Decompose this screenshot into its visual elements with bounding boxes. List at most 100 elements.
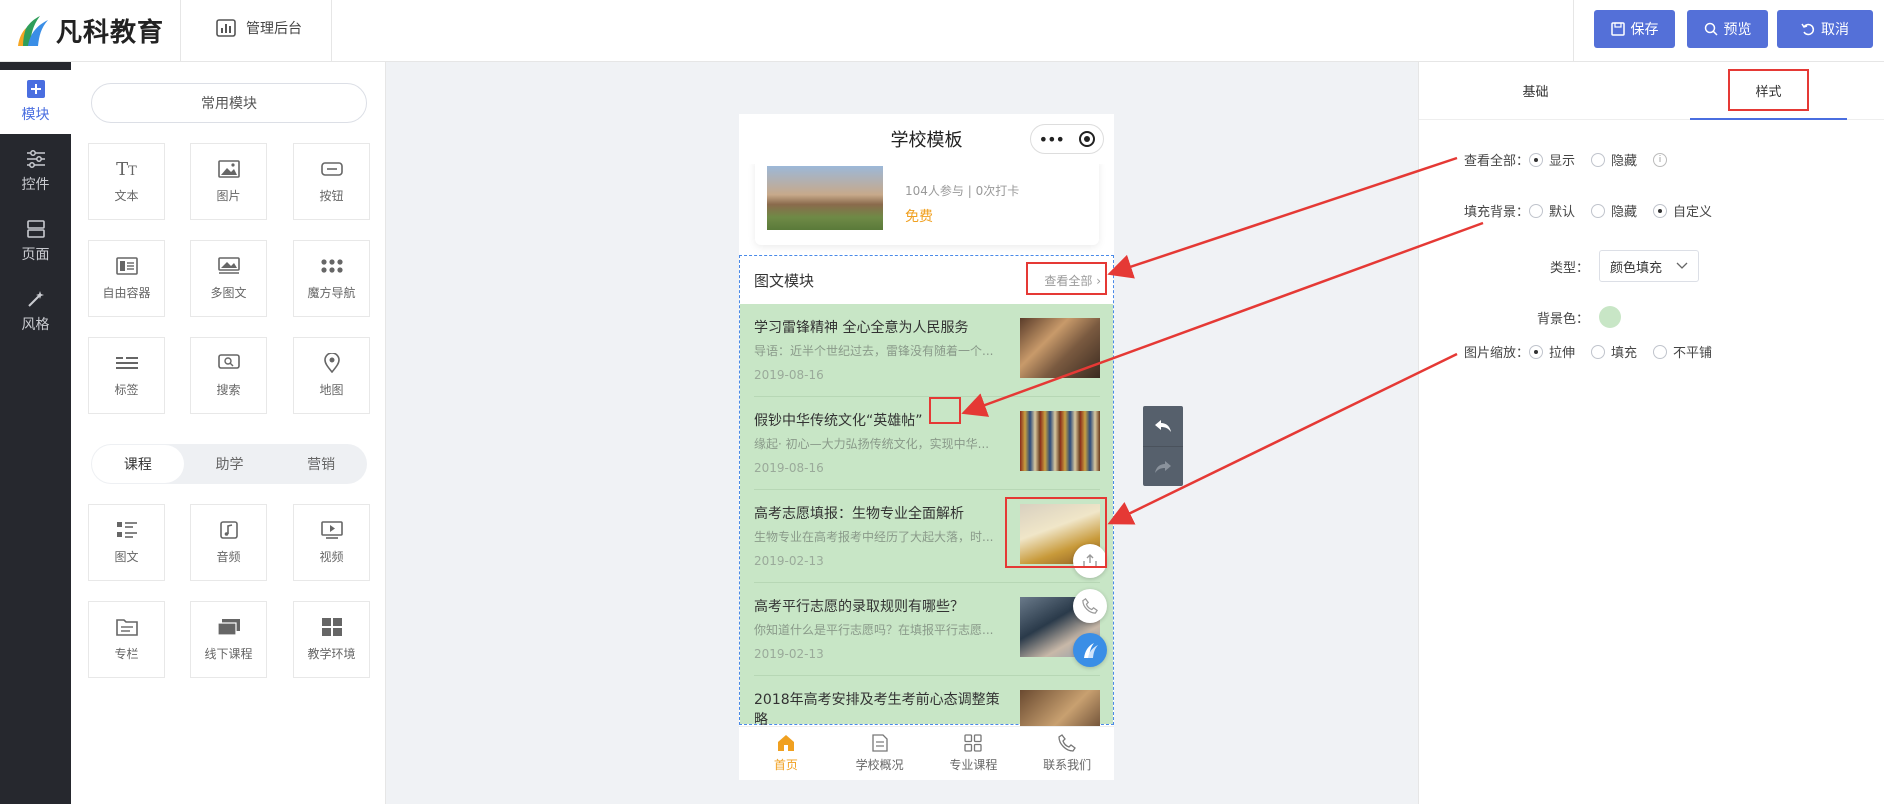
module-label: 魔方导航 [307,286,356,300]
save-icon [1610,22,1625,36]
annotation-box [1005,497,1107,568]
course-card[interactable]: 104人参与 | 0次打卡 免费 [755,156,1099,245]
module-column[interactable]: 专栏 [88,601,165,678]
module-video[interactable]: 视频 [293,504,370,581]
document-icon [871,734,888,752]
wand-icon [27,291,44,307]
settings-tabs: 基础 样式 [1419,62,1884,120]
article-date: 2019-02-13 [754,554,824,568]
radio-label: 隐藏 [1611,154,1638,169]
multi-image-icon [217,256,241,276]
undo-arrow-icon [1155,420,1171,432]
list-item[interactable]: 学习雷锋精神 全心全意为人民服务 导语：近半个世纪过去，雷锋没有随着一个... … [754,304,1100,397]
text-icon: TT [116,158,137,180]
sliders-icon [26,150,45,168]
module-teaching-environment[interactable]: 教学环境 [293,601,370,678]
info-icon[interactable]: i [1653,152,1668,167]
save-button[interactable]: 保存 [1594,10,1675,48]
brand-float-button[interactable] [1073,633,1107,667]
radio-default[interactable]: 默认 [1529,201,1575,220]
left-rail: 模块 控件 页面 风格 [0,62,71,804]
module-map[interactable]: 地图 [293,337,370,414]
tab-marketing[interactable]: 营销 [275,445,367,483]
radio-dot [1591,344,1606,359]
bg-color-setting: 背景色： [1529,306,1621,328]
tab-courses[interactable]: 专业课程 [927,727,1021,780]
audio-icon [217,520,241,540]
module-button[interactable]: 按钮 [293,143,370,220]
offline-course-icon [216,617,241,637]
module-magic-nav[interactable]: 魔方导航 [293,240,370,317]
radio-hidden[interactable]: 隐藏 [1591,201,1637,220]
fill-type-select[interactable]: 颜色填充 [1599,250,1699,282]
rail-item-pages[interactable]: 页面 [0,210,71,274]
top-bar: 凡科教育 管理后台 保存 预览 取消 [0,0,1884,62]
list-item[interactable]: 假钞中华传统文化“英雄帖” 缘起· 初心—大力弘扬传统文化，实现中华... 20… [754,397,1100,490]
call-float-button[interactable] [1073,589,1107,623]
common-modules-button[interactable]: 常用模块 [91,83,367,123]
module-label: 自由容器 [102,286,151,300]
admin-label: 管理后台 [246,21,302,37]
brand-logo[interactable]: 凡科教育 [14,10,164,50]
radio-hide[interactable]: 隐藏 [1591,150,1637,169]
module-audio[interactable]: 音频 [190,504,267,581]
undo-icon [1801,23,1815,36]
module-offline-course[interactable]: 线下课程 [190,601,267,678]
article-title: 高考志愿填报：生物专业全面解析 [754,506,964,522]
tab-study-aid[interactable]: 助学 [184,445,276,483]
undo-button[interactable] [1143,406,1183,446]
record-icon [1079,131,1096,147]
radio-dot [1529,152,1543,167]
tab-course[interactable]: 课程 [92,445,184,483]
rail-item-controls[interactable]: 控件 [0,140,71,204]
article-date: 2019-08-16 [754,368,824,382]
module-panel: 常用模块 TT 文本 图片 按钮 自由容器 多图文 魔方导航 标签 搜索 地图 … [71,62,386,804]
module-label: 图文 [114,550,139,564]
phone-tab-bar: 首页 学校概况 专业课程 联系我们 [739,726,1114,780]
img-scale-label: 图片缩放： [1463,346,1529,361]
article-title: 高考平行志愿的录取规则有哪些？ [754,599,964,615]
module-tag[interactable]: 标签 [88,337,165,414]
radio-show[interactable]: 显示 [1529,150,1575,169]
tab-label: 学校概况 [855,758,904,772]
tab-school-overview[interactable]: 学校概况 [833,727,927,780]
radio-custom[interactable]: 自定义 [1653,201,1712,220]
phone-icon [1082,598,1098,614]
cancel-button[interactable]: 取消 [1777,10,1873,48]
course-price: 免费 [905,209,933,225]
tag-icon [115,353,139,373]
module-multi-image[interactable]: 多图文 [190,240,267,317]
mini-program-capsule[interactable]: ••• [1030,124,1104,154]
more-dots-icon: ••• [1038,129,1065,149]
annotation-box [929,397,961,424]
annotation-box [1728,69,1809,111]
rail-item-style[interactable]: 风格 [0,280,71,344]
tab-label: 联系我们 [1043,758,1092,772]
preview-button[interactable]: 预览 [1687,10,1768,48]
module-image[interactable]: 图片 [190,143,267,220]
rail-item-modules[interactable]: 模块 [0,70,71,134]
bg-color-swatch[interactable] [1599,306,1621,328]
module-free-container[interactable]: 自由容器 [88,240,165,317]
article-module[interactable]: 图文模块 查看全部 › 学习雷锋精神 全心全意为人民服务 导语：近半个世纪过去，… [739,255,1114,750]
tab-contact[interactable]: 联系我们 [1020,727,1114,780]
radio-no-tile[interactable]: 不平铺 [1653,342,1712,361]
module-text[interactable]: TT 文本 [88,143,165,220]
tab-basic[interactable]: 基础 [1419,62,1652,119]
redo-button[interactable] [1143,446,1183,486]
list-item[interactable]: 高考平行志愿的录取规则有哪些？ 你知道什么是平行志愿吗？在填报平行志愿... 2… [754,583,1100,676]
module-label: 视频 [319,550,344,564]
module-label: 标签 [114,383,139,397]
bg-color-label: 背景色： [1536,311,1589,327]
map-pin-icon [320,353,344,373]
radio-fill[interactable]: 填充 [1591,342,1637,361]
logo-mark-icon [1084,643,1098,658]
radio-stretch[interactable]: 拉伸 [1529,342,1575,361]
tab-label: 首页 [773,758,798,772]
module-search[interactable]: 搜索 [190,337,267,414]
tab-home[interactable]: 首页 [739,727,833,780]
module-article[interactable]: 图文 [88,504,165,581]
article-desc: 生物专业在高考报考中经历了大起大落，时... [754,530,994,544]
article-title: 假钞中华传统文化“英雄帖” [754,413,923,429]
admin-link[interactable]: 管理后台 [216,18,302,38]
